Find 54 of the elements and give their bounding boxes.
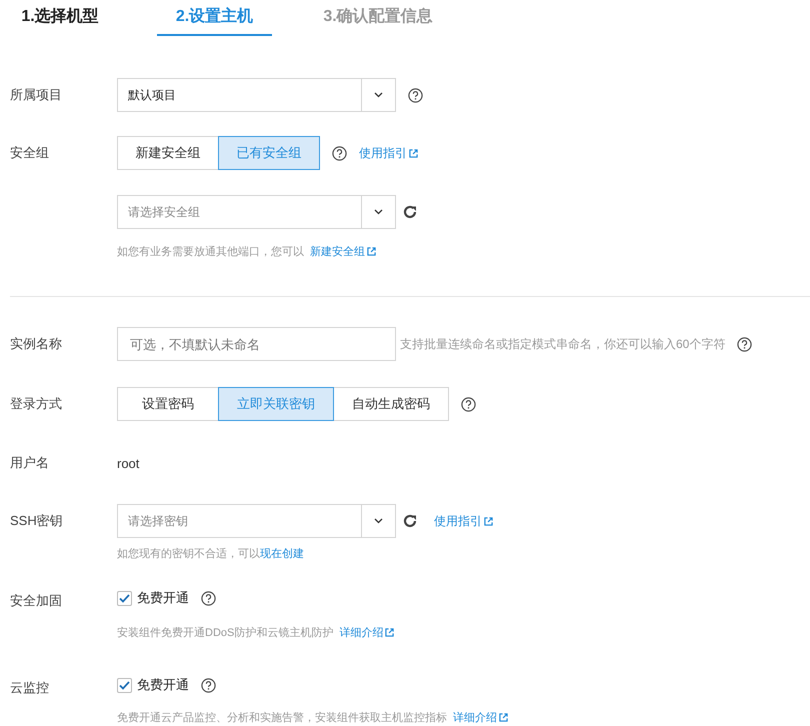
guide-link[interactable]: 使用指引 [434,512,493,530]
hint-text: 如您有业务需要放通其他端口，您可以 [117,244,304,258]
external-link-icon [385,628,394,636]
help-icon[interactable] [408,88,423,102]
caret-icon [374,92,383,98]
refresh-icon[interactable] [402,513,418,529]
caret-icon [374,209,383,215]
check-icon [119,594,130,602]
field-label: 实例名称 [10,335,63,353]
external-link-icon [499,712,508,722]
option-button[interactable]: 设置密码 [117,387,219,421]
create-link[interactable]: 现在创建 [260,546,304,560]
checkbox[interactable] [117,678,132,692]
hint-text: 免费开通云产品监控、分析和实施告警，安装组件获取主机监控指标 [117,710,447,724]
detail-link[interactable]: 详细介绍 [339,624,394,640]
option-button[interactable]: 已有安全组 [218,136,320,170]
field-label: 安全加固 [10,592,63,610]
guide-link[interactable]: 使用指引 [359,144,418,162]
detail-link[interactable]: 详细介绍 [453,710,508,724]
field-label: 用户名 [10,454,50,472]
option-button[interactable]: 立即关联密钥 [218,387,334,421]
checkbox[interactable] [117,590,132,606]
external-link-icon [367,246,376,256]
step-tab[interactable]: 1.选择机型 [0,0,120,36]
external-link-icon [484,516,493,526]
help-icon[interactable] [461,396,476,412]
option-button[interactable]: 新建安全组 [117,136,219,170]
option-button[interactable]: 自动生成密码 [333,387,449,421]
username-value: root [117,456,140,470]
field-label: 安全组 [10,144,50,162]
help-icon[interactable] [737,336,752,352]
step-tab[interactable]: 2.设置主机 [157,0,272,36]
instance-name-input[interactable]: 可选，不填默认未命名 [117,327,396,361]
hint-text: 支持批量连续命名或指定模式串命名，你还可以输入60个字符 [400,336,726,352]
ssh-key-select[interactable]: 请选择密钥 [117,504,396,538]
security-group-select[interactable]: 请选择安全组 [117,195,396,229]
help-icon[interactable] [332,146,347,160]
field-label: 所属项目 [10,86,63,104]
step-tab[interactable]: 3.确认配置信息 [323,0,433,36]
caret-icon [374,518,383,524]
hint-text: 安装组件免费开通DDoS防护和云镜主机防护 [117,626,334,640]
hint-text: 如您现有的密钥不合适，可以 [117,546,260,560]
enable-checkbox[interactable]: 免费开通 [117,676,189,694]
enable-checkbox[interactable]: 免费开通 [117,589,189,607]
project-select[interactable]: 默认项目 [117,78,396,112]
check-icon [119,680,130,690]
external-link-icon [409,148,418,158]
help-icon[interactable] [201,590,216,606]
refresh-icon[interactable] [402,204,418,220]
field-label: 登录方式 [10,395,63,413]
field-label: 云监控 [10,679,50,697]
create-link[interactable]: 新建安全组 [310,244,376,258]
help-icon[interactable] [201,678,216,692]
field-label: SSH密钥 [10,512,64,530]
